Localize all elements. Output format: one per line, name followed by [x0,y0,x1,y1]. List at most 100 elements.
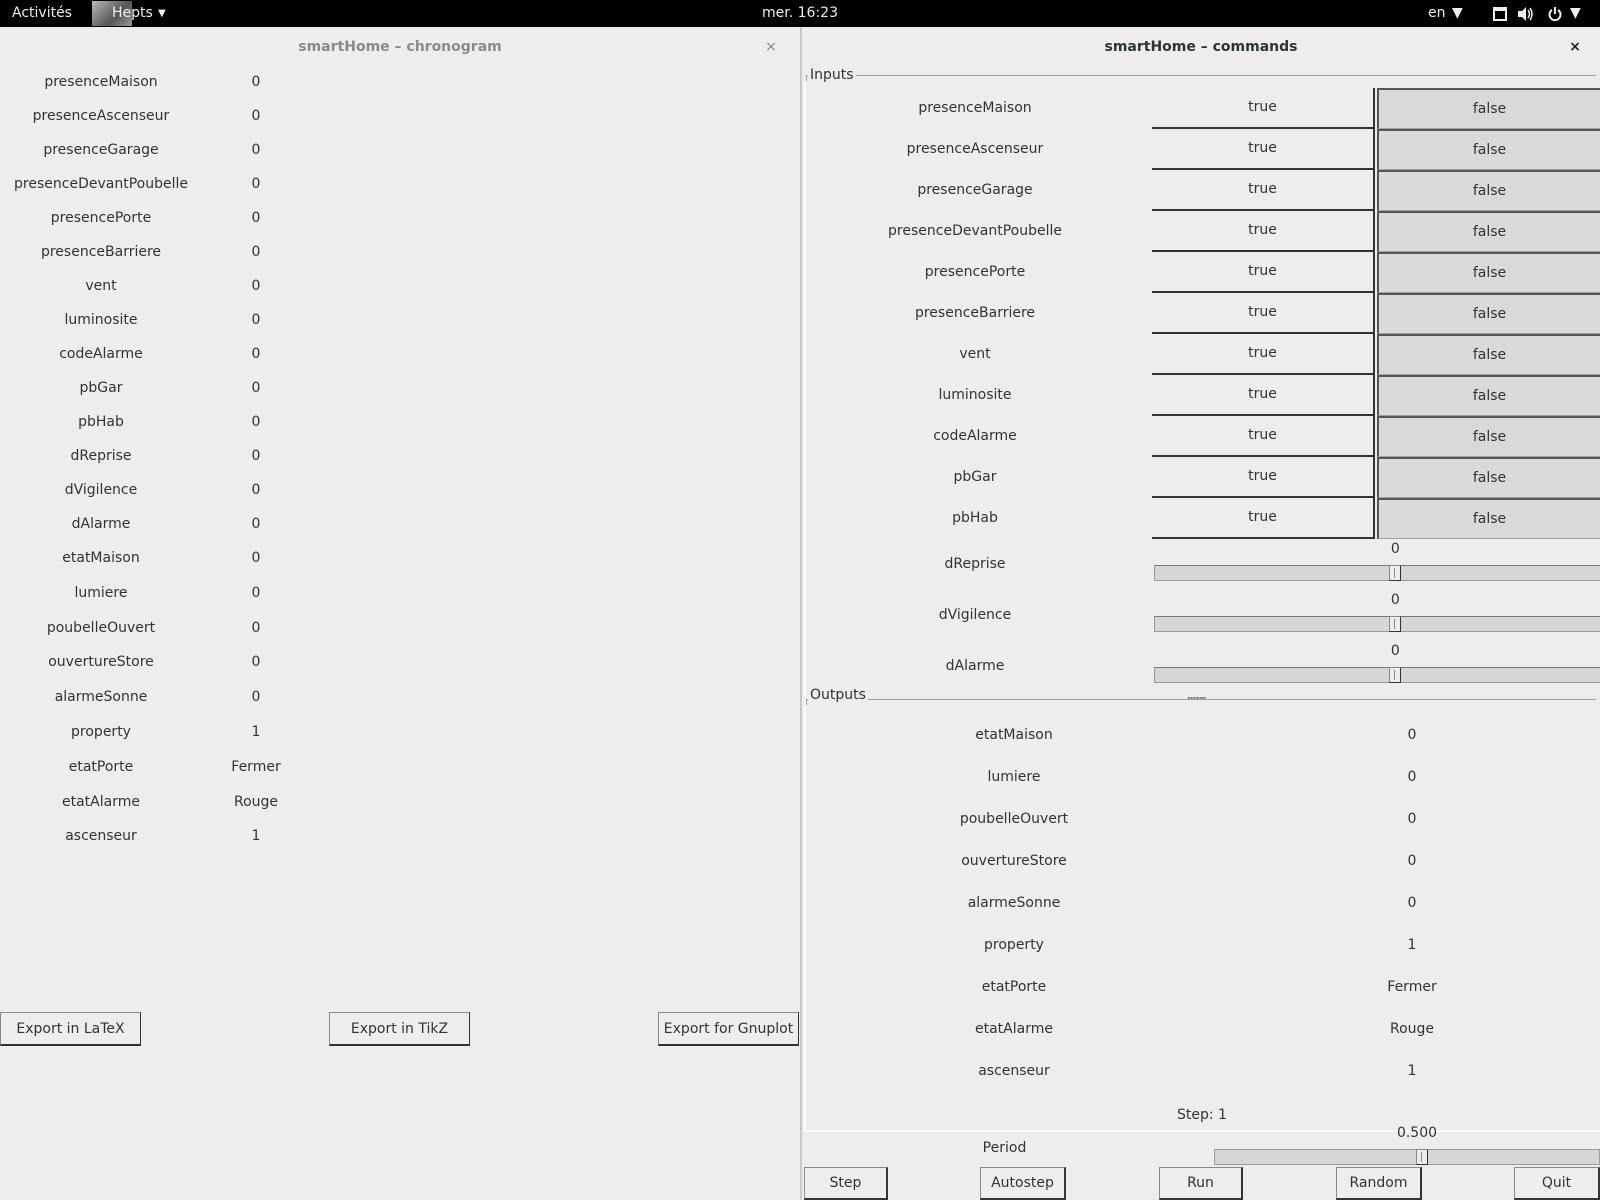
period-slider-trough[interactable] [1214,1149,1600,1165]
top-bar: Activités Hepts ▼ mer. 16:23 en ▼ ▼ [0,0,1600,27]
period-slider: 0.500 [802,1125,1600,1167]
inputs-frame: presenceMaison true false presenceAscenseur… [804,81,1600,713]
false-button[interactable]: false [1377,129,1600,170]
false-button[interactable]: false [1377,457,1600,498]
signal-value: 0 [251,689,261,706]
language-selector[interactable]: en [1428,0,1446,27]
false-button[interactable]: false [1377,88,1600,129]
signal-row: alarmeSonne 0 [0,685,300,709]
true-button[interactable]: true [1152,375,1375,416]
input-row: presenceMaison true false [806,88,1600,129]
signal-value: 0 [251,278,261,294]
power-icon[interactable] [1548,0,1562,27]
export-tikz-button[interactable]: Export in TikZ [329,1012,470,1046]
signal-name: pbGar [79,380,123,396]
output-name: alarmeSonne [967,895,1061,911]
signal-row: lumiere 0 [0,581,300,605]
signal-row: etatMaison 0 [0,546,300,570]
false-button[interactable]: false [1377,293,1600,334]
input-row: pbGar true false [806,457,1600,498]
slider-trough[interactable] [1154,616,1600,632]
true-button[interactable]: true [1152,88,1375,129]
step-button[interactable]: Step [804,1167,888,1200]
run-button[interactable]: Run [1159,1167,1243,1200]
autostep-button[interactable]: Autostep [980,1167,1066,1200]
true-button[interactable]: true [1152,498,1375,539]
slider-trough[interactable] [1154,667,1600,683]
signal-name: etatAlarme [62,793,140,810]
close-icon[interactable]: × [1566,38,1584,56]
output-row: etatMaison 0 [806,715,1600,755]
signal-value: 0 [251,448,261,464]
signal-value: 0 [251,584,261,601]
false-button[interactable]: false [1377,211,1600,252]
slider-name: dVigilence [938,607,1012,623]
quit-button[interactable]: Quit [1514,1167,1600,1200]
signal-row: etatPorte Fermer [0,755,300,779]
signal-value: 0 [251,414,261,430]
slider-thumb[interactable] [1389,667,1402,683]
signal-name: alarmeSonne [54,689,148,706]
input-name: codeAlarme [933,428,1017,444]
slider-value: 0 [1390,643,1400,659]
true-button[interactable]: true [1152,252,1375,293]
true-button[interactable]: true [1152,293,1375,334]
slider-row: dAlarme 0 [806,641,1600,691]
window-title: smartHome – chronogram [298,39,502,55]
signal-value: 0 [251,516,261,532]
output-row: alarmeSonne 0 [806,883,1600,923]
close-icon[interactable]: × [762,38,780,56]
slider-trough[interactable] [1154,565,1600,581]
signal-row: ascenseur 1 [0,824,300,848]
true-button[interactable]: true [1152,416,1375,457]
signal-value: 1 [251,724,261,740]
commands-titlebar[interactable]: smartHome – commands × [802,27,1600,67]
signal-name: dReprise [70,448,132,464]
true-button[interactable]: true [1152,334,1375,375]
true-button[interactable]: true [1152,170,1375,211]
input-row: presenceDevantPoubelle true false [806,211,1600,252]
slider-thumb[interactable] [1389,565,1402,581]
input-name: presenceDevantPoubelle [888,223,1062,239]
false-button[interactable]: false [1377,170,1600,211]
false-button[interactable]: false [1377,334,1600,375]
signal-value: 0 [251,108,261,124]
output-row: property 1 [806,925,1600,965]
false-button[interactable]: false [1377,498,1600,539]
clock[interactable]: mer. 16:23 [0,0,1600,27]
signal-name: vent [85,278,117,294]
chevron-down-icon[interactable]: ▼ [1452,0,1463,27]
period-slider-thumb[interactable] [1416,1149,1429,1165]
output-name: etatPorte [981,979,1047,995]
input-name: presenceAscenseur [906,141,1044,157]
signal-name: property [71,724,131,740]
screen-icon[interactable] [1493,0,1507,27]
signal-row: property 1 [0,720,300,744]
input-row: presenceGarage true false [806,170,1600,211]
true-button[interactable]: true [1152,129,1375,170]
input-name: presencePorte [924,264,1026,280]
export-latex-button[interactable]: Export in LaTeX [0,1012,141,1046]
random-button[interactable]: Random [1336,1167,1422,1200]
signal-value: 0 [251,619,261,636]
true-button[interactable]: true [1152,211,1375,252]
signal-value: Rouge [233,793,279,810]
output-value: 1 [1407,937,1417,953]
chronogram-titlebar[interactable]: smartHome – chronogram × [0,27,800,67]
chevron-down-icon[interactable]: ▼ [1570,0,1581,27]
export-gnuplot-button[interactable]: Export for Gnuplot [658,1012,799,1046]
input-name: presenceBarriere [914,305,1036,321]
input-name: pbHab [952,510,998,526]
false-button[interactable]: false [1377,416,1600,457]
signal-row: presencePorte 0 [0,206,300,230]
false-button[interactable]: false [1377,375,1600,416]
input-name: pbGar [953,469,997,485]
volume-icon[interactable] [1518,0,1534,27]
output-row: poubelleOuvert 0 [806,799,1600,839]
signal-name: ascenseur [65,828,137,845]
true-button[interactable]: true [1152,457,1375,498]
signal-value: 0 [251,74,261,90]
signal-name: pbHab [78,414,124,430]
false-button[interactable]: false [1377,252,1600,293]
slider-thumb[interactable] [1389,616,1402,632]
